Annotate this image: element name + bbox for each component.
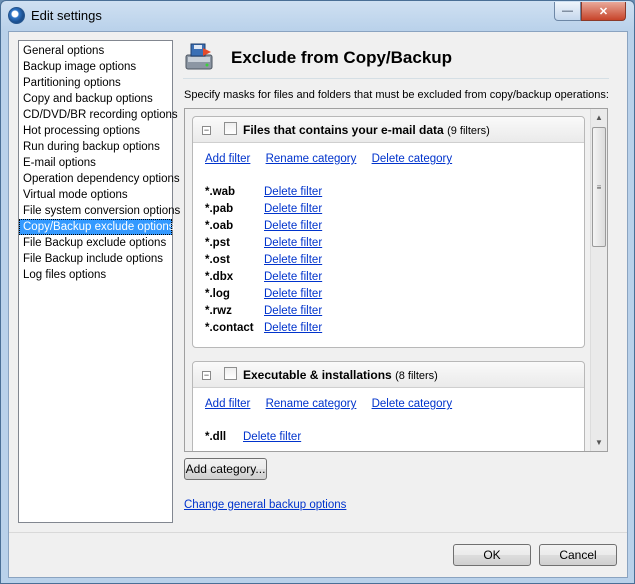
header-divider xyxy=(183,78,609,79)
filter-mask: *.log xyxy=(205,288,230,300)
settings-nav-list[interactable]: General options Backup image options Par… xyxy=(18,40,180,523)
filter-row: *.log Delete filter xyxy=(205,288,334,305)
filter-mask: *.rwz xyxy=(205,305,232,317)
delete-filter-link[interactable]: Delete filter xyxy=(264,220,322,232)
category-filter-count: (9 filters) xyxy=(447,125,490,137)
filter-row: *.pst Delete filter xyxy=(205,237,334,254)
nav-item-virtual-mode[interactable]: Virtual mode options xyxy=(19,187,172,203)
delete-filter-link[interactable]: Delete filter xyxy=(264,305,322,317)
delete-filter-link[interactable]: Delete filter xyxy=(264,271,322,283)
nav-item-operation-dependency[interactable]: Operation dependency options xyxy=(19,171,180,187)
category-checkbox[interactable] xyxy=(224,122,237,135)
category-name: Executable & installations xyxy=(243,368,392,382)
page-description: Specify masks for files and folders that… xyxy=(184,89,609,101)
category-actions: Add filter Rename category Delete catego… xyxy=(205,398,464,410)
delete-filter-link[interactable]: Delete filter xyxy=(243,431,301,443)
rename-category-link[interactable]: Rename category xyxy=(266,153,357,165)
category-name: Files that contains your e-mail data xyxy=(243,123,444,137)
filter-row: *.dll Delete filter xyxy=(205,431,313,448)
filter-row: *.contact Delete filter xyxy=(205,322,334,339)
page-title: Exclude from Copy/Backup xyxy=(231,48,453,67)
category-title: Executable & installations (8 filters) xyxy=(243,368,438,382)
nav-item-log-files[interactable]: Log files options xyxy=(19,267,172,283)
nav-item-backup-image[interactable]: Backup image options xyxy=(19,59,172,75)
add-filter-link[interactable]: Add filter xyxy=(205,153,250,165)
nav-item-partitioning[interactable]: Partitioning options xyxy=(19,75,172,91)
delete-filter-link[interactable]: Delete filter xyxy=(264,203,322,215)
category-actions: Add filter Rename category Delete catego… xyxy=(205,153,464,165)
nav-item-copy-backup[interactable]: Copy and backup options xyxy=(19,91,172,107)
filter-row: *.pab Delete filter xyxy=(205,203,334,220)
category-header: − Executable & installations (8 filters) xyxy=(193,362,584,388)
nav-item-copy-backup-exclude[interactable]: Copy/Backup exclude options xyxy=(19,219,175,235)
nav-item-fs-conversion[interactable]: File system conversion options xyxy=(19,203,180,219)
nav-item-hot-processing[interactable]: Hot processing options xyxy=(19,123,172,139)
dialog-client-area: General options Backup image options Par… xyxy=(8,31,628,578)
close-button[interactable]: ✕ xyxy=(581,2,626,21)
delete-filter-link[interactable]: Delete filter xyxy=(264,254,322,266)
delete-filter-link[interactable]: Delete filter xyxy=(264,237,322,249)
filter-row: *.oab Delete filter xyxy=(205,220,334,237)
collapse-minus-icon[interactable]: − xyxy=(202,126,211,135)
nav-item-file-backup-include[interactable]: File Backup include options xyxy=(19,251,172,267)
nav-item-file-backup-exclude[interactable]: File Backup exclude options xyxy=(19,235,172,251)
filter-mask: *.contact xyxy=(205,322,254,334)
add-category-button[interactable]: Add category... xyxy=(184,458,267,480)
filter-mask: *.wab xyxy=(205,186,236,198)
delete-filter-link[interactable]: Delete filter xyxy=(264,322,322,334)
filter-mask: *.ost xyxy=(205,254,230,266)
filter-mask: *.pab xyxy=(205,203,234,215)
filter-mask: *.oab xyxy=(205,220,234,232)
category-panel: − Files that contains your e-mail data (… xyxy=(192,116,585,348)
nav-item-email[interactable]: E-mail options xyxy=(19,155,172,171)
delete-category-link[interactable]: Delete category xyxy=(372,398,453,410)
title-bar[interactable]: Edit settings — ✕ xyxy=(1,1,634,31)
delete-category-link[interactable]: Delete category xyxy=(372,153,453,165)
category-panel: − Executable & installations (8 filters)… xyxy=(192,361,585,451)
vertical-scrollbar[interactable]: ▲ ≡ ▼ xyxy=(590,109,607,451)
filter-row: *.wab Delete filter xyxy=(205,186,334,203)
filter-mask: *.pst xyxy=(205,237,230,249)
filter-mask: *.dll xyxy=(205,431,227,443)
add-filter-link[interactable]: Add filter xyxy=(205,398,250,410)
backup-drive-icon xyxy=(185,43,213,70)
scroll-thumb[interactable]: ≡ xyxy=(592,127,606,247)
minimize-button[interactable]: — xyxy=(554,2,581,21)
category-title: Files that contains your e-mail data (9 … xyxy=(243,123,490,137)
collapse-minus-icon[interactable]: − xyxy=(202,371,211,380)
filter-row: *.dbx Delete filter xyxy=(205,271,334,288)
category-scroll-area[interactable]: − Files that contains your e-mail data (… xyxy=(184,108,608,452)
scroll-down-icon[interactable]: ▼ xyxy=(591,434,607,451)
nav-item-general[interactable]: General options xyxy=(19,43,172,59)
ok-button[interactable]: OK xyxy=(453,544,531,566)
footer-divider xyxy=(9,532,627,533)
filter-row: *.ost Delete filter xyxy=(205,254,334,271)
edit-settings-window: Edit settings — ✕ General options Backup… xyxy=(0,0,635,584)
window-title: Edit settings xyxy=(31,8,102,23)
nav-item-run-during-backup[interactable]: Run during backup options xyxy=(19,139,172,155)
category-filter-count: (8 filters) xyxy=(395,370,438,382)
filter-row: *.rwz Delete filter xyxy=(205,305,334,322)
filter-mask: *.dbx xyxy=(205,271,234,283)
scroll-up-icon[interactable]: ▲ xyxy=(591,109,607,126)
change-general-backup-link[interactable]: Change general backup options xyxy=(184,499,346,511)
delete-filter-link[interactable]: Delete filter xyxy=(264,288,322,300)
app-logo-icon xyxy=(8,7,25,24)
category-checkbox[interactable] xyxy=(224,367,237,380)
category-header: − Files that contains your e-mail data (… xyxy=(193,117,584,143)
rename-category-link[interactable]: Rename category xyxy=(266,398,357,410)
delete-filter-link[interactable]: Delete filter xyxy=(264,186,322,198)
nav-item-recording[interactable]: CD/DVD/BR recording options xyxy=(19,107,178,123)
cancel-button[interactable]: Cancel xyxy=(539,544,617,566)
